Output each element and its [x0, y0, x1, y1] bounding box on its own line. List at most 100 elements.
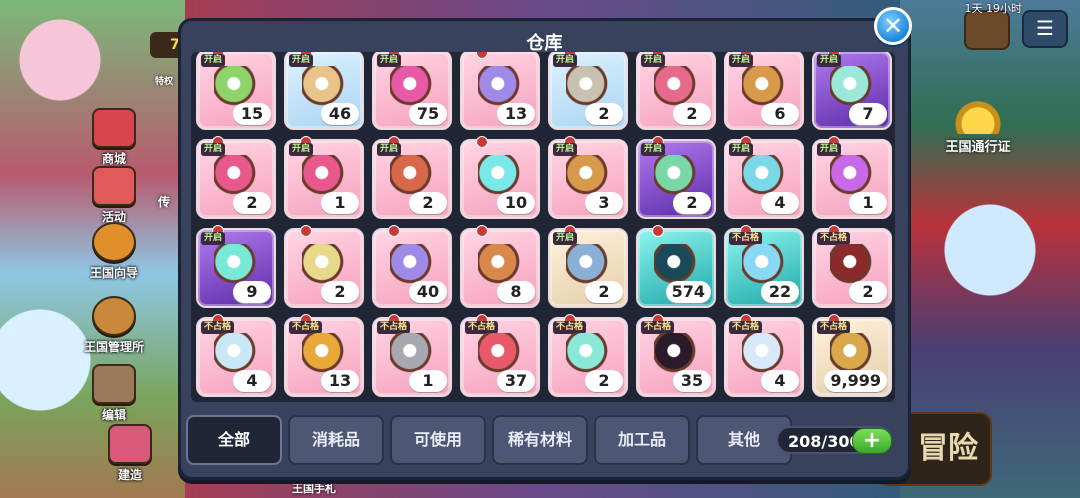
- item-count: 2: [233, 192, 271, 214]
- lock-badge-icon: [476, 136, 488, 148]
- item-count: 15: [233, 103, 271, 125]
- item-count: 46: [321, 103, 359, 125]
- item-count: 2: [585, 103, 623, 125]
- lock-badge-icon: [388, 225, 400, 237]
- shop-button[interactable]: 商城: [82, 108, 146, 167]
- inventory-item[interactable]: 13: [460, 52, 540, 130]
- item-count: 6: [761, 103, 799, 125]
- item-count: 1: [849, 192, 887, 214]
- inventory-item[interactable]: 开启 75: [372, 52, 452, 130]
- item-count: 13: [497, 103, 535, 125]
- inventory-item[interactable]: 不占格 4: [196, 314, 276, 397]
- item-grid: 开启 15 开启 46 开启 75 13 开启 2 开启 2 开启 6 开启 7 开启 2 开启 1 开启 2 10 开启 3…: [196, 52, 892, 397]
- item-count: 2: [673, 103, 711, 125]
- privilege-label: 特权: [155, 77, 174, 87]
- crown-icon: [950, 100, 1006, 134]
- kingdom-pass-label: 王国通行证: [945, 140, 1011, 155]
- item-grid-scroll[interactable]: 开启 15 开启 46 开启 75 13 开启 2 开启 2 开启 6 开启 7 开启 2 开启 1 开启 2 10 开启 3…: [191, 52, 895, 402]
- inventory-item[interactable]: 不占格 37: [460, 314, 540, 397]
- inventory-item[interactable]: 10: [460, 136, 540, 219]
- item-count: 4: [761, 370, 799, 392]
- edit-label: 编辑: [101, 408, 126, 422]
- expand-capacity-button[interactable]: +: [852, 428, 892, 454]
- tab-2[interactable]: 可使用: [390, 415, 486, 465]
- build-label: 建造: [117, 468, 142, 482]
- kingdom-guide-label: 王国向导: [89, 266, 138, 280]
- office-icon: [92, 296, 136, 336]
- shop-label: 商城: [101, 152, 126, 166]
- capacity-text: 208/300: [788, 432, 861, 451]
- compass-icon: [92, 222, 136, 262]
- tab-3[interactable]: 稀有材料: [492, 415, 588, 465]
- kingdom-office-button[interactable]: 王国管理所: [80, 296, 148, 355]
- inventory-item[interactable]: 开启 4: [724, 136, 804, 219]
- item-count: 10: [497, 192, 535, 214]
- item-count: 3: [585, 192, 623, 214]
- shop-icon: [92, 108, 136, 148]
- tab-0[interactable]: 全部: [186, 415, 282, 465]
- menu-icon: ☰: [1036, 16, 1054, 40]
- top-event-button[interactable]: [964, 10, 1010, 50]
- item-count: 22: [761, 281, 799, 303]
- inventory-item[interactable]: 开启 2: [196, 136, 276, 219]
- bottom-partial-label: 王国手札: [292, 482, 336, 495]
- tab-4[interactable]: 加工品: [594, 415, 690, 465]
- side-partial-label: 传: [158, 195, 171, 209]
- inventory-item[interactable]: 8: [460, 225, 540, 308]
- build-button[interactable]: 建造: [98, 424, 162, 483]
- gift-icon: [92, 166, 136, 206]
- inventory-item[interactable]: 开启 2: [636, 136, 716, 219]
- item-count: 4: [761, 192, 799, 214]
- inventory-item[interactable]: 40: [372, 225, 452, 308]
- item-count: 35: [673, 370, 711, 392]
- item-count: 2: [585, 370, 623, 392]
- inventory-item[interactable]: 开启 2: [548, 225, 628, 308]
- inventory-item[interactable]: 开启 2: [636, 52, 716, 130]
- menu-button[interactable]: ☰: [1022, 10, 1068, 48]
- inventory-item[interactable]: 不占格 22: [724, 225, 804, 308]
- lock-badge-icon: [476, 52, 488, 59]
- inventory-item[interactable]: 574: [636, 225, 716, 308]
- build-icon: [108, 424, 152, 464]
- inventory-item[interactable]: 开启 2: [548, 52, 628, 130]
- item-count: 1: [321, 192, 359, 214]
- inventory-item[interactable]: 开启 1: [812, 136, 892, 219]
- close-button[interactable]: ✕: [874, 7, 912, 45]
- inventory-item[interactable]: 开启 46: [284, 52, 364, 130]
- tab-1[interactable]: 消耗品: [288, 415, 384, 465]
- inventory-item[interactable]: 开启 6: [724, 52, 804, 130]
- item-count: 2: [849, 281, 887, 303]
- lock-badge-icon: [476, 225, 488, 237]
- kingdom-pass-button[interactable]: 王国通行证: [928, 100, 1028, 155]
- item-count: 9: [233, 281, 271, 303]
- event-timer: 1天 19小时: [964, 2, 1023, 15]
- edit-button[interactable]: 编辑: [82, 364, 146, 423]
- inventory-item[interactable]: 不占格 4: [724, 314, 804, 397]
- inventory-item[interactable]: 不占格 2: [548, 314, 628, 397]
- inventory-item[interactable]: 开启 2: [372, 136, 452, 219]
- category-tabs: 全部 消耗品 可使用 稀有材料 加工品 其他: [186, 415, 792, 465]
- inventory-item[interactable]: 开启 7: [812, 52, 892, 130]
- edit-icon: [92, 364, 136, 404]
- inventory-item[interactable]: 开启 9: [196, 225, 276, 308]
- kingdom-guide-button[interactable]: 王国向导: [82, 222, 146, 281]
- inventory-item[interactable]: 不占格 9,999: [812, 314, 892, 397]
- inventory-item[interactable]: 不占格 2: [812, 225, 892, 308]
- item-count: 8: [497, 281, 535, 303]
- event-button[interactable]: 活动: [82, 166, 146, 225]
- item-count: 574: [665, 281, 711, 303]
- item-count: 37: [497, 370, 535, 392]
- kingdom-office-label: 王国管理所: [83, 340, 144, 354]
- inventory-item[interactable]: 开启 3: [548, 136, 628, 219]
- item-count: 2: [585, 281, 623, 303]
- item-count: 2: [409, 192, 447, 214]
- inventory-item[interactable]: 不占格 1: [372, 314, 452, 397]
- inventory-item[interactable]: 2: [284, 225, 364, 308]
- inventory-item[interactable]: 不占格 35: [636, 314, 716, 397]
- lock-badge-icon: [652, 225, 664, 237]
- inventory-item[interactable]: 开启 1: [284, 136, 364, 219]
- item-count: 75: [409, 103, 447, 125]
- inventory-item[interactable]: 不占格 13: [284, 314, 364, 397]
- item-count: 2: [321, 281, 359, 303]
- inventory-item[interactable]: 开启 15: [196, 52, 276, 130]
